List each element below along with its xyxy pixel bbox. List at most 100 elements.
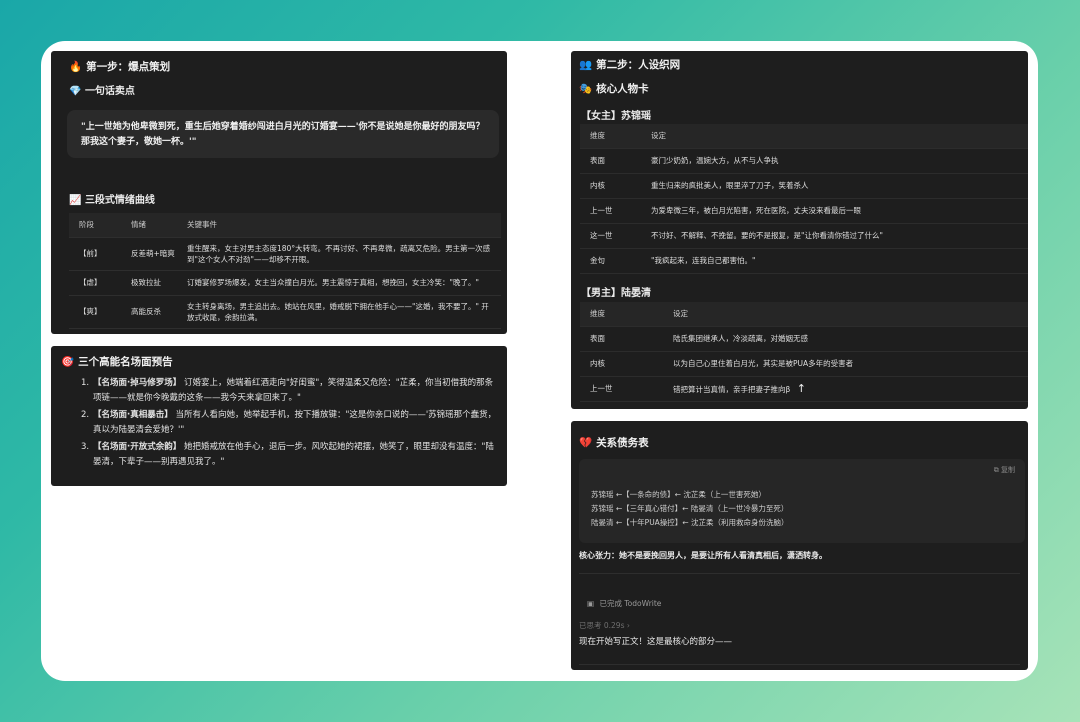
table-row: 【爽】 高能反杀 女主转身离场，男主追出去。她站在风里，婚戒脱下拥在他手心——"…	[69, 295, 501, 329]
step-one-title-text: 第一步：爆点策划	[86, 61, 171, 73]
table-header: 情绪	[130, 213, 186, 238]
divider	[579, 573, 1020, 574]
table-cell: 以为自己心里住着白月光，其实是被PUA多年的受害者	[663, 351, 1028, 377]
chevron-right-icon: ›	[626, 621, 630, 630]
female-table: 维度 设定 表面 豪门少奶奶，温婉大方，从不与人争执 内核 重生归来的疯批美人，眼里…	[580, 124, 1028, 274]
table-row: 表面 陆氏集团继承人，冷淡疏离，对婚姻无感	[580, 326, 1028, 352]
table-header: 设定	[641, 124, 1028, 149]
list-item: 2. 【名场面·真相暴击】 当所有人看向她，她举起手机，按下播放键："这是你亲口…	[81, 408, 501, 438]
chart-up-icon: 📈	[69, 195, 82, 206]
table-cell: 内核	[580, 173, 641, 199]
table-cell: 订婚宴修罗场爆发，女主当众撞白月光。男主震惊于真相，想挽回，女主冷笑："晚了。"	[186, 270, 501, 296]
curve-heading: 📈 三段式情绪曲线	[69, 191, 155, 206]
table-cell: 陆氏集团继承人，冷淡疏离，对婚姻无感	[663, 326, 1028, 352]
gem-icon: 💎	[69, 86, 82, 97]
table-cell: 极致拉扯	[130, 270, 186, 296]
table-header-row: 维度 设定	[580, 302, 1028, 327]
table-cell: 表面	[580, 148, 641, 174]
table-cell: 为爱卑微三年，被白月光陷害，死在医院，丈夫没来看最后一眼	[641, 198, 1028, 224]
thinking-label: 已思考 0.29s	[579, 621, 625, 630]
list-item: 3. 【名场面·开放式余韵】 她把婚戒放在他手心，退后一步。风吹起她的裙摆，她笑…	[81, 440, 501, 470]
table-cell: 豪门少奶奶，温婉大方，从不与人争执	[641, 148, 1028, 174]
male-table: 维度 设定 表面 陆氏集团继承人，冷淡疏离，对婚姻无感 内核 以为自己心里住着白月光…	[580, 302, 1028, 402]
scenes-title-text: 三个高能名场面预告	[78, 356, 173, 368]
code-line: 苏锦瑶 ←【一条命的债】← 沈芷柔（上一世害死她）	[591, 490, 766, 499]
list-number: 3.	[81, 442, 90, 452]
table-cell: 重生归来的疯批美人，眼里淬了刀子，笑着杀人	[641, 173, 1028, 199]
code-block: ⧉ 复制 苏锦瑶 ←【一条命的债】← 沈芷柔（上一世害死她） 苏锦瑶 ←【三年真…	[579, 459, 1025, 543]
table-cell: 错把算计当真情，亲手把妻子推向β ↑	[663, 376, 1028, 402]
masks-icon: 🎭	[579, 83, 593, 95]
table-cell: 金句	[580, 248, 641, 274]
table-cell: 【爽】	[69, 295, 130, 329]
broken-heart-icon: 💔	[579, 437, 593, 449]
table-header-row: 维度 设定	[580, 124, 1028, 149]
table-header: 维度	[580, 302, 663, 327]
table-cell: 高能反杀	[130, 295, 186, 329]
table-cell: 上一世	[580, 376, 663, 402]
list-number: 1.	[81, 378, 90, 388]
oneliner-quote: "上一世她为他卑微到死，重生后她穿着婚纱闯进白月光的订婚宴——'你不是说她是你最…	[67, 110, 499, 158]
thinking-status[interactable]: 已思考 0.29s ›	[579, 620, 630, 631]
cell-text: 错把算计当真情，亲手把妻子推向β	[673, 385, 791, 394]
curve-title: 三段式情绪曲线	[84, 195, 155, 206]
table-cell: 这一世	[580, 223, 641, 249]
table-header: 阶段	[69, 213, 130, 238]
table-row: 这一世 不讨好、不解释、不挽留。要的不是报复，是"让你看清你错过了什么"	[580, 223, 1028, 249]
table-cell: 内核	[580, 351, 663, 377]
copy-icon: ⧉	[993, 466, 999, 474]
table-row: 内核 重生归来的疯批美人，眼里淬了刀子，笑着杀人	[580, 173, 1028, 199]
table-row: 内核 以为自己心里住着白月光，其实是被PUA多年的受害者	[580, 351, 1028, 377]
check-icon: ▣	[587, 599, 595, 608]
table-cell: 女主转身离场，男主追出去。她站在风里，婚戒脱下拥在他手心——"这婚，我不要了。"…	[186, 295, 501, 329]
table-row: 金句 "我疯起来，连我自己都害怕。"	[580, 248, 1028, 274]
table-header: 关键事件	[186, 213, 501, 238]
relations-title-text: 关系债务表	[596, 437, 649, 449]
table-cell: 【前】	[69, 237, 130, 271]
table-header: 维度	[580, 124, 641, 149]
table-row: 【前】 反差萌+暗爽 重生醒来，女主对男主态度180°大转弯。不再讨好、不再卑微…	[69, 237, 501, 271]
todo-label: 已完成 TodoWrite	[599, 599, 662, 608]
table-cell: 反差萌+暗爽	[130, 237, 186, 271]
emotion-curve-table: 阶段 情绪 关键事件 【前】 反差萌+暗爽 重生醒来，女主对男主态度180°大转…	[69, 213, 501, 329]
copy-label: 复制	[1001, 466, 1015, 474]
list-item: 1. 【名场面·掉马修罗场】 订婚宴上，她端着红酒走向"好闺蜜"，笑得温柔又危险…	[81, 376, 501, 406]
female-label: 【女主】苏锦瑶	[581, 111, 651, 122]
arrow-up-icon[interactable]: ↑	[797, 382, 806, 395]
table-cell: 上一世	[580, 198, 641, 224]
scene-head: 【名场面·掉马修罗场】	[93, 378, 182, 388]
divider	[579, 664, 1020, 665]
core-heading: 🎭 核心人物卡	[579, 81, 649, 96]
panel-step-one: 🔥 第一步：爆点策划 💎 一句话卖点 "上一世她为他卑微到死，重生后她穿着婚纱闯进…	[51, 51, 507, 334]
table-cell: 不讨好、不解释、不挽留。要的不是报复，是"让你看清你错过了什么"	[641, 223, 1028, 249]
scene-head: 【名场面·真相暴击】	[93, 410, 173, 420]
people-icon: 👥	[579, 59, 593, 71]
table-cell: 表面	[580, 326, 663, 352]
panel-relations: 💔 关系债务表 ⧉ 复制 苏锦瑶 ←【一条命的债】← 沈芷柔（上一世害死她） 苏锦…	[571, 421, 1028, 670]
tension-text: 核心张力：她不是要挽回男人，是要让所有人看清真相后，潇洒转身。	[579, 550, 827, 561]
step-two-title-text: 第二步：人设织网	[596, 59, 681, 71]
oneliner-title: 一句话卖点	[84, 86, 135, 97]
core-title: 核心人物卡	[596, 83, 649, 95]
table-cell: 【虐】	[69, 270, 130, 296]
step-two-title: 👥 第二步：人设织网	[579, 57, 680, 72]
copy-button[interactable]: ⧉ 复制	[994, 463, 1015, 477]
fire-icon: 🔥	[69, 61, 83, 73]
code-line: 陆晏清 ←【十年PUA操控】← 沈芷柔（利用救命身份洗脑）	[591, 518, 789, 527]
table-row: 表面 豪门少奶奶，温婉大方，从不与人争执	[580, 148, 1028, 174]
list-number: 2.	[81, 410, 90, 420]
final-message: 现在开始写正文！这是最核心的部分——	[579, 637, 733, 647]
step-one-title: 🔥 第一步：爆点策划	[69, 59, 170, 74]
scenes-title: 🎯 三个高能名场面预告	[61, 354, 173, 369]
table-header-row: 阶段 情绪 关键事件	[69, 213, 501, 238]
panel-scenes: 🎯 三个高能名场面预告 1. 【名场面·掉马修罗场】 订婚宴上，她端着红酒走向"好…	[51, 346, 507, 486]
scenes-list: 1. 【名场面·掉马修罗场】 订婚宴上，她端着红酒走向"好闺蜜"，笑得温柔又危险…	[81, 376, 501, 472]
table-cell: 重生醒来，女主对男主态度180°大转弯。不再讨好、不再卑微，疏离又危险。男主第一…	[186, 237, 501, 271]
relations-title: 💔 关系债务表	[579, 435, 649, 450]
tension-content: 她不是要挽回男人，是要让所有人看清真相后，潇洒转身。	[619, 551, 827, 560]
panel-step-two: 👥 第二步：人设织网 🎭 核心人物卡 【女主】苏锦瑶 维度 设定 表面 豪门少奶奶，温…	[571, 51, 1028, 409]
code-line: 苏锦瑶 ←【三年真心错付】← 陆晏清（上一世冷暴力至死）	[591, 504, 789, 513]
table-header: 设定	[663, 302, 1028, 327]
todo-status[interactable]: ▣ 已完成 TodoWrite	[587, 598, 661, 609]
target-icon: 🎯	[61, 356, 75, 368]
